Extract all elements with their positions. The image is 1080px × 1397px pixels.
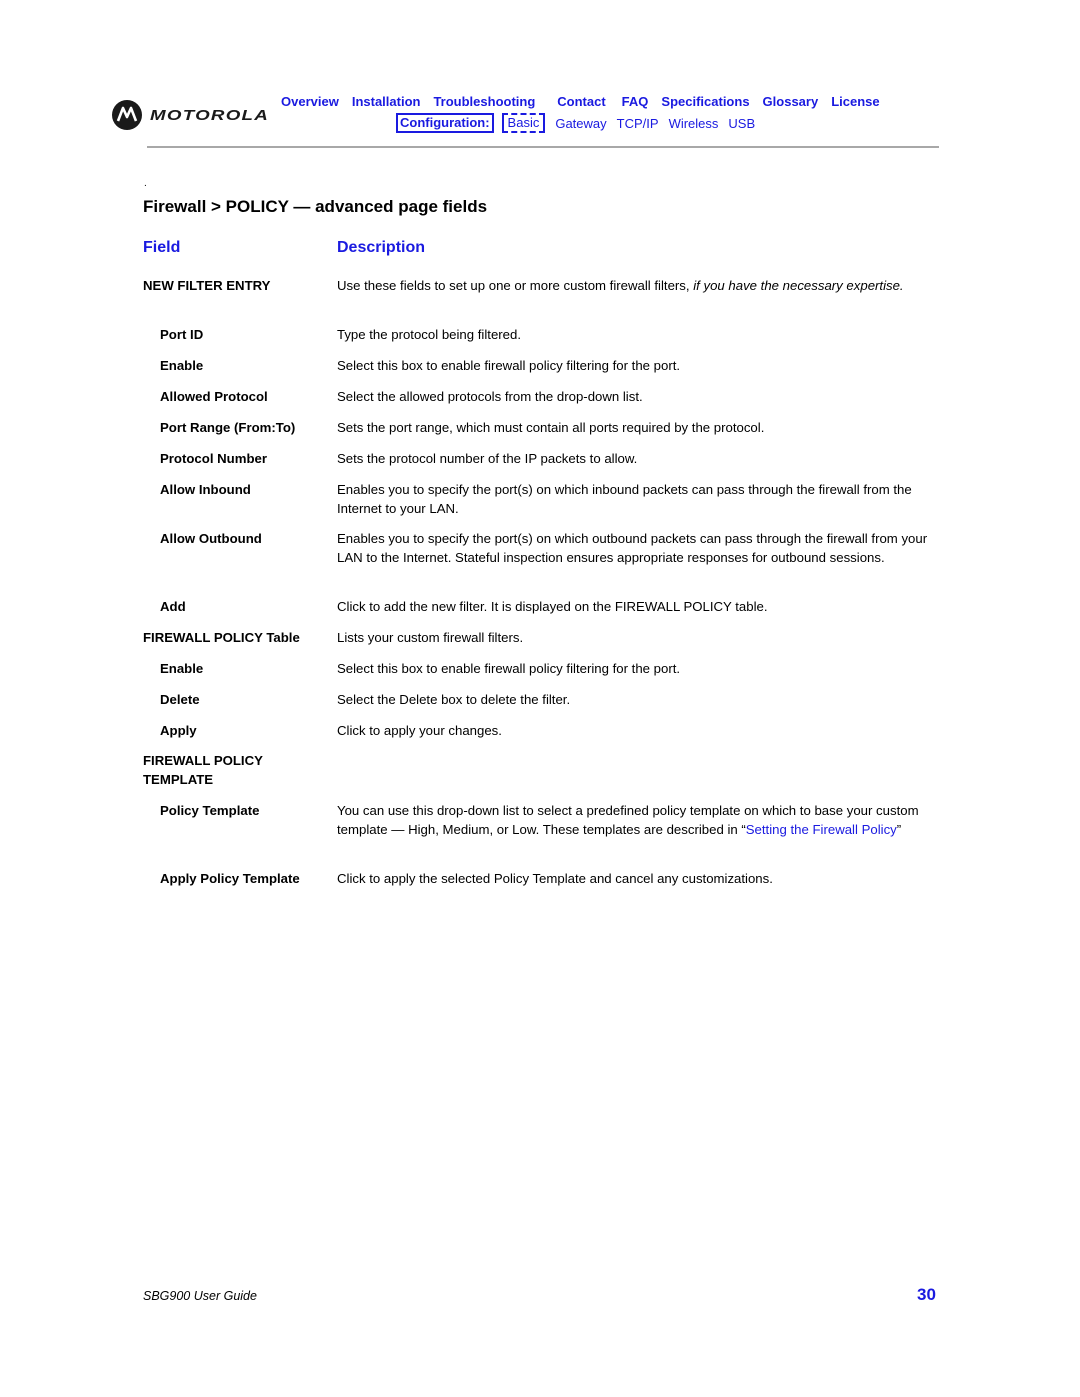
config-tcpip-link[interactable]: TCP/IP: [617, 116, 659, 131]
field-name: Port ID: [160, 327, 204, 342]
field-description: Select this box to enable firewall polic…: [337, 358, 681, 373]
nav-specifications[interactable]: Specifications: [661, 94, 749, 109]
motorola-logo: MOTOROLA: [112, 100, 268, 130]
field-description: Lists your custom firewall filters.: [337, 630, 524, 645]
field-description: Enables you to specify the port(s) on wh…: [337, 482, 912, 516]
field-name: Allowed Protocol: [160, 389, 268, 404]
field-description: Sets the protocol number of the IP packe…: [337, 451, 638, 466]
field-name: Apply: [160, 723, 197, 738]
config-basic-link[interactable]: Basic: [501, 113, 546, 133]
description-column-header: Description: [337, 239, 426, 256]
nav-troubleshooting[interactable]: Troubleshooting: [433, 94, 535, 109]
motorola-batwing-icon: [112, 100, 142, 130]
description-emphasis: if you have the necessary expertise.: [693, 278, 904, 293]
top-navigation: Overview Installation Troubleshooting Co…: [281, 94, 893, 109]
field-description: Click to apply the selected Policy Templ…: [337, 871, 773, 886]
field-name: Port Range (From:To): [160, 420, 296, 435]
description-text-end: ”: [896, 821, 902, 837]
field-name: Policy Template: [160, 803, 260, 818]
field-name: Enable: [160, 661, 204, 676]
setting-firewall-policy-link[interactable]: Setting the Firewall Policy: [746, 822, 897, 837]
brand-name: MOTOROLA: [150, 106, 270, 124]
description-text: Use these fields to set up one or more c…: [337, 278, 694, 293]
nav-license[interactable]: License: [831, 94, 879, 109]
configuration-label[interactable]: Configuration:: [396, 113, 494, 133]
footer-guide-title: SBG900 User Guide: [143, 1289, 257, 1303]
field-description: Select this box to enable firewall polic…: [337, 661, 681, 676]
nav-glossary[interactable]: Glossary: [763, 94, 819, 109]
nav-faq[interactable]: FAQ: [622, 94, 649, 109]
field-name-line1: FIREWALL POLICY: [143, 753, 263, 768]
field-name: Allow Outbound: [160, 531, 262, 546]
config-wireless-link[interactable]: Wireless: [669, 116, 719, 131]
field-name: FIREWALL POLICY TEMPLATE: [143, 752, 263, 789]
field-description: You can use this drop-down list to selec…: [337, 802, 937, 839]
configuration-navigation: Configuration: Basic Gateway TCP/IP Wire…: [396, 113, 755, 133]
nav-installation[interactable]: Installation: [352, 94, 421, 109]
field-description: Enables you to specify the port(s) on wh…: [337, 531, 928, 565]
config-usb-link[interactable]: USB: [728, 116, 755, 131]
field-name: Add: [160, 599, 186, 614]
field-description: Sets the port range, which must contain …: [337, 420, 765, 435]
page-number: 30: [917, 1285, 936, 1304]
stray-dot: .: [144, 178, 147, 189]
field-description: Select the Delete box to delete the filt…: [337, 692, 571, 707]
field-name: Allow Inbound: [160, 482, 251, 497]
field-description: Use these fields to set up one or more c…: [337, 277, 937, 296]
config-gateway-link[interactable]: Gateway: [555, 116, 606, 131]
field-description: Click to apply your changes.: [337, 723, 502, 738]
field-name: NEW FILTER ENTRY: [143, 278, 271, 293]
nav-contact[interactable]: Contact: [557, 94, 605, 109]
field-name: Protocol Number: [160, 451, 267, 466]
header-divider: [147, 146, 939, 148]
field-name: Apply Policy Template: [160, 871, 300, 886]
field-description: Select the allowed protocols from the dr…: [337, 389, 643, 404]
field-name: Delete: [160, 692, 200, 707]
field-name-line2: TEMPLATE: [143, 771, 214, 787]
field-description: Type the protocol being filtered.: [337, 327, 522, 342]
page-title: Firewall > POLICY — advanced page fields: [143, 197, 488, 216]
field-name: FIREWALL POLICY Table: [143, 630, 300, 645]
field-column-header: Field: [143, 239, 181, 256]
nav-overview[interactable]: Overview: [281, 94, 339, 109]
field-description: Click to add the new filter. It is displ…: [337, 599, 768, 614]
field-name: Enable: [160, 358, 204, 373]
